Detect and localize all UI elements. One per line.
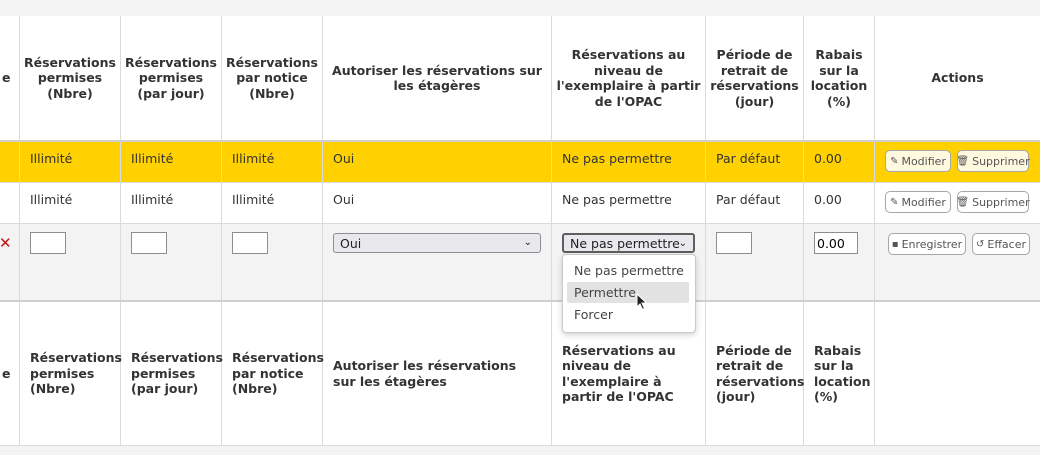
- header-holds-allowed: Réservations permises (Nbre): [20, 16, 121, 141]
- header-holds-per-record: Réservations par notice (Nbre): [222, 16, 323, 141]
- delete-button[interactable]: 🗑 Supprimer: [956, 191, 1030, 213]
- cell-pickup-period: Par défaut: [706, 142, 804, 183]
- holds-per-record-input[interactable]: [232, 232, 268, 254]
- footer-cut-text: e: [2, 365, 11, 381]
- dropdown-option-forcer[interactable]: Forcer: [567, 304, 689, 325]
- trash-icon: 🗑: [956, 155, 970, 167]
- header-rental-discount: Rabais sur la location (%): [804, 16, 875, 141]
- footer-holds-per-record: Réservations par notice (Nbre): [222, 302, 324, 446]
- footer-holds-per-day: Réservations permises (par jour): [121, 302, 223, 446]
- cell-onshelf-holds: Oui: [323, 142, 552, 183]
- header-cut-text: e: [2, 70, 11, 86]
- cell-rental-discount: 0.00: [804, 142, 875, 183]
- save-button[interactable]: ▪ Enregistrer: [888, 233, 966, 255]
- cell-holds-allowed: Illimité: [20, 183, 121, 224]
- cell-holds-per-day: Illimité: [121, 183, 222, 224]
- clear-button-label: Effacer: [987, 237, 1026, 251]
- chevron-down-icon: ⌄: [678, 238, 687, 249]
- row-cut-cell: [0, 142, 20, 183]
- edit-button[interactable]: ✎ Modifier: [885, 150, 951, 172]
- footer-cut-column: e: [0, 302, 20, 446]
- cell-opac-item-level-holds: Ne pas permettre: [552, 142, 706, 183]
- row-cut-cell: [0, 183, 20, 224]
- trash-icon: 🗑: [956, 196, 970, 208]
- delete-button[interactable]: 🗑 Supprimer: [956, 150, 1030, 172]
- edit-cell-pickup-period: [706, 224, 804, 301]
- opac-item-level-holds-dropdown: Ne pas permettre Permettre Forcer: [562, 254, 696, 333]
- opac-item-level-holds-value: Ne pas permettre: [570, 235, 680, 251]
- header-holds-per-day: Réservations permises (par jour): [121, 16, 222, 141]
- floppy-icon: ▪: [891, 238, 899, 250]
- opac-item-level-holds-select[interactable]: Ne pas permettre ⌄: [562, 233, 695, 253]
- edit-cell-actions: ▪ Enregistrer ↺ Effacer: [875, 224, 1040, 301]
- edit-button-label: Modifier: [901, 154, 946, 168]
- save-button-label: Enregistrer: [901, 237, 963, 251]
- rental-discount-input[interactable]: [814, 232, 858, 254]
- cell-rental-discount: 0.00: [804, 183, 875, 224]
- edit-row-cut-cell: ✕: [0, 224, 20, 301]
- cell-holds-per-record: Illimité: [222, 142, 323, 183]
- pickup-period-input[interactable]: [716, 232, 752, 254]
- pencil-icon: ✎: [890, 196, 899, 208]
- mouse-pointer-icon: [636, 293, 648, 311]
- cell-holds-per-day: Illimité: [121, 142, 222, 183]
- holds-allowed-input[interactable]: [30, 232, 66, 254]
- chevron-down-icon: ⌄: [523, 237, 532, 248]
- header-opac-item-level-holds: Réservations au niveau de l'exemplaire à…: [552, 16, 706, 141]
- cell-opac-item-level-holds: Ne pas permettre: [552, 183, 706, 224]
- header-holds-pickup-period: Période de retrait de réservations (jour…: [706, 16, 804, 141]
- edit-cell-rental-discount: [804, 224, 875, 301]
- dropdown-option-ne-pas-permettre[interactable]: Ne pas permettre: [567, 260, 689, 281]
- holds-per-day-input[interactable]: [131, 232, 167, 254]
- edit-button-label: Modifier: [901, 195, 946, 209]
- onshelf-holds-value: Oui: [340, 235, 362, 251]
- footer-rental-discount: Rabais sur la location (%): [804, 302, 875, 446]
- cell-pickup-period: Par défaut: [706, 183, 804, 224]
- header-cut-column: e: [0, 16, 20, 141]
- dropdown-option-permettre[interactable]: Permettre: [567, 282, 689, 303]
- cell-holds-per-record: Illimité: [222, 183, 323, 224]
- edit-cell-onshelf-holds: Oui ⌄: [323, 224, 552, 301]
- cell-actions: ✎ Modifier 🗑 Supprimer: [875, 142, 1040, 183]
- clear-button[interactable]: ↺ Effacer: [972, 233, 1030, 255]
- edit-button[interactable]: ✎ Modifier: [885, 191, 951, 213]
- edit-cell-holds-per-record: [222, 224, 323, 301]
- undo-icon: ↺: [976, 238, 985, 250]
- onshelf-holds-select[interactable]: Oui ⌄: [333, 233, 541, 253]
- header-actions: Actions: [875, 16, 1040, 141]
- cell-onshelf-holds: Oui: [323, 183, 552, 224]
- pencil-icon: ✎: [890, 155, 899, 167]
- footer-holds-pickup-period: Période de retrait de réservations (jour…: [706, 302, 805, 446]
- circulation-rules-table: e Réservations permises (Nbre) Réservati…: [0, 16, 1040, 446]
- close-icon[interactable]: ✕: [0, 234, 12, 252]
- footer-onshelf-holds: Autoriser les réservations sur les étagè…: [323, 302, 552, 446]
- delete-button-label: Supprimer: [972, 154, 1030, 168]
- delete-button-label: Supprimer: [972, 195, 1030, 209]
- footer-holds-allowed: Réservations permises (Nbre): [20, 302, 122, 446]
- cell-actions: ✎ Modifier 🗑 Supprimer: [875, 183, 1040, 224]
- cell-holds-allowed: Illimité: [20, 142, 121, 183]
- footer-actions-empty: [875, 302, 1040, 446]
- edit-cell-holds-per-day: [121, 224, 222, 301]
- header-onshelf-holds: Autoriser les réservations sur les étagè…: [323, 16, 552, 141]
- edit-cell-holds-allowed: [20, 224, 121, 301]
